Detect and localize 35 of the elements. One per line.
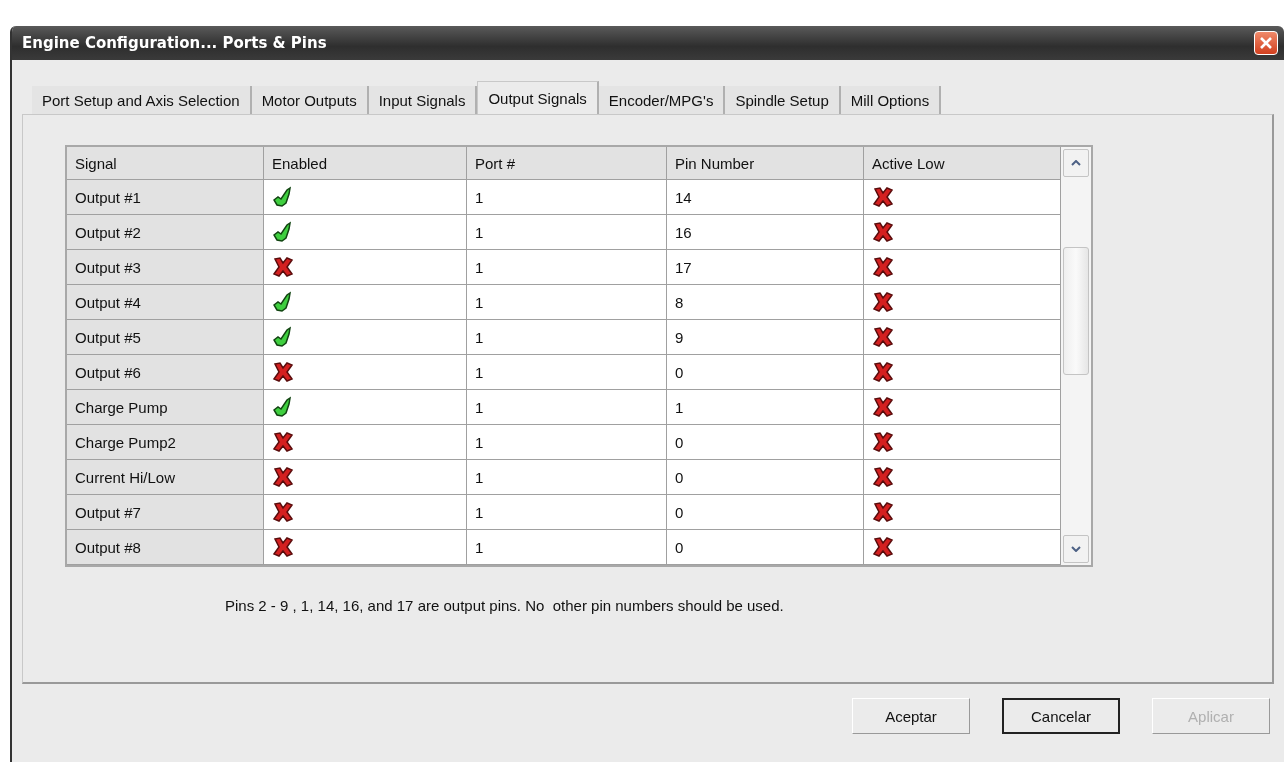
scroll-down-button[interactable] bbox=[1063, 535, 1089, 563]
close-button[interactable] bbox=[1254, 31, 1278, 55]
close-icon bbox=[1259, 36, 1273, 50]
column-header: Enabled bbox=[264, 147, 467, 179]
column-header: Port # bbox=[467, 147, 667, 179]
tab[interactable]: Input Signals bbox=[368, 86, 478, 114]
tab[interactable]: Mill Options bbox=[840, 86, 942, 114]
scrollbar[interactable] bbox=[1061, 147, 1091, 565]
tab[interactable]: Motor Outputs bbox=[251, 86, 369, 114]
tab[interactable]: Encoder/MPG's bbox=[598, 86, 726, 114]
window-title: Engine Configuration... Ports & Pins bbox=[22, 34, 327, 52]
row-header: Output #4 bbox=[67, 285, 264, 319]
scroll-up-button[interactable] bbox=[1063, 149, 1089, 177]
dialog-button[interactable]: Cancelar bbox=[1002, 698, 1120, 734]
row-header: Output #1 bbox=[67, 180, 264, 214]
tab[interactable]: Spindle Setup bbox=[725, 86, 841, 114]
row-header: Output #3 bbox=[67, 250, 264, 284]
row-header: Output #8 bbox=[67, 530, 264, 564]
tab[interactable]: Port Setup and Axis Selection bbox=[32, 86, 252, 114]
row-header: Charge Pump2 bbox=[67, 425, 264, 459]
chevron-down-icon bbox=[1071, 546, 1081, 552]
row-header: Output #2 bbox=[67, 215, 264, 249]
scroll-thumb[interactable] bbox=[1063, 247, 1089, 375]
chevron-up-icon bbox=[1071, 160, 1081, 166]
row-header: Output #7 bbox=[67, 495, 264, 529]
column-header: Active Low bbox=[864, 147, 1061, 179]
row-header: Current Hi/Low bbox=[67, 460, 264, 494]
tab[interactable]: Output Signals bbox=[477, 81, 599, 114]
note-text: Pins 2 - 9 , 1, 14, 16, and 17 are output pins. No other pin numbers should be used. bbox=[225, 597, 785, 614]
dialog-button[interactable]: Aceptar bbox=[852, 698, 970, 734]
column-header: Pin Number bbox=[667, 147, 864, 179]
column-header: Signal bbox=[67, 147, 264, 179]
row-header: Charge Pump bbox=[67, 390, 264, 424]
row-header: Output #5 bbox=[67, 320, 264, 354]
row-header: Output #6 bbox=[67, 355, 264, 389]
